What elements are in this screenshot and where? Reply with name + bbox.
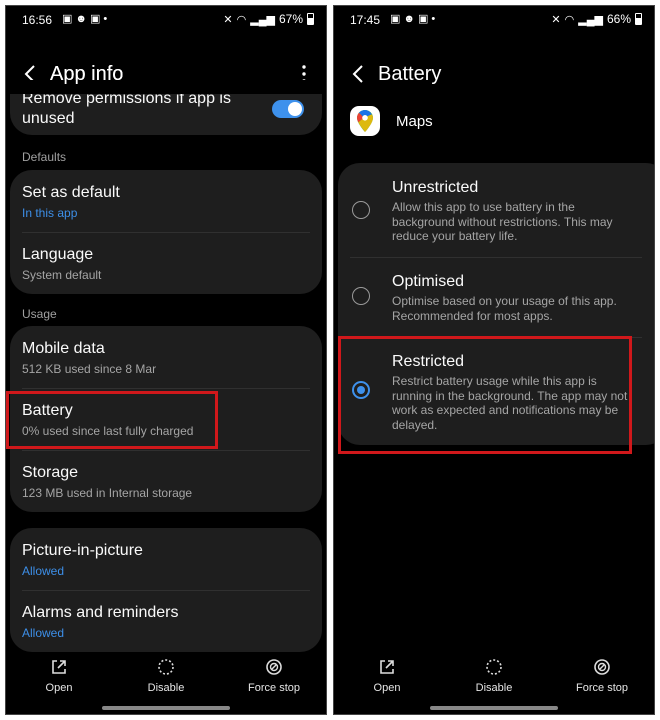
- battery-icon: [635, 13, 642, 25]
- mute-icon: ✕: [223, 13, 233, 26]
- restricted-highlight-box: [338, 336, 632, 454]
- picture-in-picture-row[interactable]: Picture-in-picture Allowed: [10, 528, 322, 590]
- home-indicator[interactable]: [430, 706, 558, 710]
- alarms-reminders-row[interactable]: Alarms and reminders Allowed: [10, 590, 322, 652]
- battery-highlight-box: [6, 391, 218, 449]
- set-as-default-row[interactable]: Set as default In this app: [10, 170, 322, 232]
- open-external-icon: [52, 660, 66, 674]
- home-indicator[interactable]: [102, 706, 230, 710]
- status-time: 16:56: [22, 13, 53, 27]
- section-usage: Usage: [22, 307, 57, 321]
- mute-icon: ✕: [551, 13, 561, 26]
- open-button[interactable]: Open: [19, 658, 99, 694]
- app-header: Maps: [350, 106, 654, 136]
- optimised-option[interactable]: Optimised Optimise based on your usage o…: [338, 257, 654, 337]
- disable-button[interactable]: Disable: [126, 658, 206, 694]
- force-stop-button[interactable]: Force stop: [234, 658, 314, 694]
- force-stop-button[interactable]: Force stop: [562, 658, 642, 694]
- status-time: 17:45: [350, 13, 381, 27]
- storage-row[interactable]: Storage 123 MB used in Internal storage: [10, 450, 322, 512]
- bottom-action-bar: Open Disable Force stop: [6, 652, 326, 714]
- defaults-card: Set as default In this app Language Syst…: [10, 170, 322, 294]
- battery-percent: 67%: [278, 12, 303, 26]
- wifi-icon: ◠: [236, 13, 247, 26]
- app-bar: Battery: [334, 54, 654, 94]
- notification-icons: ▣☻▣•: [62, 13, 111, 25]
- force-stop-icon: [594, 659, 610, 675]
- app-name: Maps: [396, 113, 433, 130]
- app-info-screen: 16:56 ▣☻▣• ✕ ◠ ▂▄▆ 67% App info Remove p…: [5, 5, 327, 715]
- page-title: Battery: [378, 63, 442, 85]
- back-button[interactable]: [348, 60, 370, 88]
- notification-icons: ▣☻▣•: [390, 13, 439, 25]
- signal-icon: ▂▄▆: [578, 13, 603, 26]
- map-pin-icon: [357, 110, 373, 132]
- open-external-icon: [380, 660, 394, 674]
- bottom-action-bar: Open Disable Force stop: [334, 652, 654, 714]
- disable-icon: [158, 659, 174, 675]
- unrestricted-radio[interactable]: [352, 201, 370, 219]
- unrestricted-option[interactable]: Unrestricted Allow this app to use batte…: [338, 163, 654, 257]
- disable-icon: [486, 659, 502, 675]
- mobile-data-row[interactable]: Mobile data 512 KB used since 8 Mar: [10, 326, 322, 388]
- back-arrow-icon: [352, 65, 363, 83]
- remove-permissions-toggle[interactable]: [272, 100, 304, 118]
- disable-button[interactable]: Disable: [454, 658, 534, 694]
- maps-app-icon: [350, 106, 380, 136]
- wifi-icon: ◠: [564, 13, 575, 26]
- force-stop-icon: [266, 659, 282, 675]
- signal-icon: ▂▄▆: [250, 13, 275, 26]
- optimised-radio[interactable]: [352, 287, 370, 305]
- status-bar: 17:45 ▣☻▣• ✕ ◠ ▂▄▆ 66%: [334, 6, 654, 34]
- status-bar: 16:56 ▣☻▣• ✕ ◠ ▂▄▆ 67%: [6, 6, 326, 34]
- battery-icon: [307, 13, 314, 25]
- open-button[interactable]: Open: [347, 658, 427, 694]
- language-row[interactable]: Language System default: [10, 232, 322, 294]
- battery-percent: 66%: [606, 12, 631, 26]
- special-access-card: Picture-in-picture Allowed Alarms and re…: [10, 528, 322, 652]
- section-defaults: Defaults: [22, 150, 67, 164]
- battery-screen: 17:45 ▣☻▣• ✕ ◠ ▂▄▆ 66% Battery Maps Unre…: [333, 5, 655, 715]
